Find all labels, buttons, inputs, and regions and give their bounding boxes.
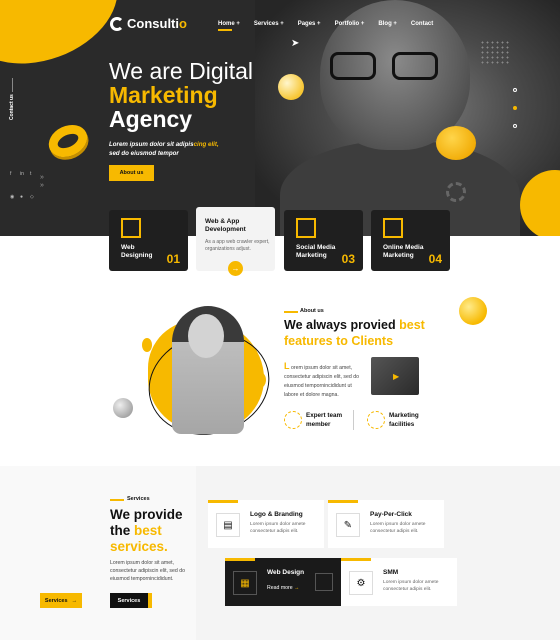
cubes-icon [121, 218, 141, 238]
nav-item-portfolio[interactable]: Portfolio + [335, 21, 365, 27]
ppc-icon: ✎ [336, 513, 360, 537]
smm-icon: ⚙ [349, 571, 373, 595]
slider-dot-active[interactable] [513, 106, 517, 110]
chevron-down-icon: » [40, 182, 44, 189]
about-title-line2: features to Clients [284, 334, 394, 348]
feature-card-title: Online Media Marketing [383, 244, 424, 259]
decor-grey-sphere [113, 398, 133, 418]
feature-card-description: As a app web crawler expert, organizatio… [205, 239, 270, 252]
paper-plane-icon: ➤ [291, 38, 300, 49]
slider-dot[interactable] [513, 88, 517, 92]
web-design-watermark-icon [315, 573, 333, 591]
feature-card-title: Web & App Development [205, 218, 246, 233]
decor-3d-ring [43, 118, 93, 164]
service-card-title: SMM [383, 569, 399, 576]
about-eyebrow-line [284, 311, 298, 313]
main-nav: Home + Services + Pages + Portfolio + Bl… [218, 21, 433, 31]
feature-expert-team: Expert team member [306, 412, 343, 428]
nav-item-pages[interactable]: Pages + [298, 21, 321, 27]
services-title-line3: services. [110, 539, 168, 554]
hero-person-glasses [330, 52, 438, 82]
feature-card-number: 04 [428, 252, 442, 266]
decor-3d-pie [436, 126, 476, 160]
slider-dot[interactable] [513, 124, 517, 128]
facebook-icon[interactable]: f [10, 171, 16, 177]
feature-card-number: 03 [341, 252, 355, 266]
skype-icon[interactable]: ● [20, 194, 26, 200]
feature-divider [353, 410, 354, 430]
hero-title-line1: We are Digital [109, 58, 254, 84]
analytics-icon [296, 218, 316, 238]
logo-text: Consultio [127, 16, 187, 31]
decor-3d-ball [278, 74, 304, 100]
about-paragraph: L orem ipsum dolor sit amet, consectetur… [284, 361, 359, 399]
decor-blob [142, 338, 152, 352]
logo[interactable]: Consultio [110, 16, 187, 31]
feature-marketing-facilities: Marketing facilities [389, 412, 419, 428]
service-card-description: Lorem ipsum dolor amete consectetur adip… [250, 522, 306, 534]
arrow-right-icon: → [294, 585, 300, 591]
slider-dots [513, 88, 517, 128]
feature-card-title: Web Designing [121, 244, 153, 259]
gear-icon [446, 182, 466, 202]
service-card-pay-per-click[interactable]: ✎ Pay-Per-Click Lorem ipsum dolor amete … [328, 500, 444, 548]
hero-title-line3: Agency [109, 106, 193, 132]
services-title-line2: the best [110, 523, 162, 538]
about-us-button[interactable]: About us [109, 165, 154, 181]
about-eyebrow: About us [300, 308, 324, 314]
nav-item-blog[interactable]: Blog + [378, 21, 397, 27]
service-card-description: Lorem ipsum dolor amete consectetur adip… [383, 580, 439, 592]
hero-title-line2: Marketing [109, 82, 218, 108]
play-icon[interactable]: ▶ [393, 372, 399, 381]
feature-card-social-media-marketing[interactable]: Social Media Marketing 03 [284, 210, 363, 271]
services-secondary-button[interactable]: Services [110, 593, 152, 608]
sidebar-contact-link[interactable]: Contact us [9, 94, 15, 120]
services-title-line1: We provide [110, 507, 183, 522]
service-card-logo-branding[interactable]: ▤ Logo & Branding Lorem ipsum dolor amet… [208, 500, 324, 548]
decor-yellow-sphere [459, 297, 487, 325]
services-eyebrow: Services [127, 496, 150, 502]
service-card-smm[interactable]: ⚙ SMM Lorem ipsum dolor amete consectetu… [341, 558, 457, 606]
arrow-right-icon: → [71, 597, 78, 604]
service-card-title: Logo & Branding [250, 511, 303, 518]
service-card-description: Lorem ipsum dolor amete consectetur adip… [370, 522, 426, 534]
sidebar-divider [12, 78, 13, 92]
team-icon [284, 411, 302, 429]
hero-section: Consultio Home + Services + Pages + Port… [0, 0, 560, 236]
branding-icon: ▤ [216, 513, 240, 537]
feature-card-online-media-marketing[interactable]: Online Media Marketing 04 [371, 210, 450, 271]
read-more-link[interactable]: Read more → [267, 585, 299, 591]
linkedin-icon[interactable]: in [20, 171, 26, 177]
hero-subtitle: Lorem ipsum dolor sit adipiscing elit, s… [109, 141, 219, 157]
logo-icon [110, 16, 124, 31]
decor-blob [254, 372, 266, 388]
settings-icon [367, 411, 385, 429]
google-icon[interactable]: ◇ [30, 194, 36, 200]
services-paragraph: Lorem ipsum dolor sit amet, consectetur … [110, 560, 185, 582]
network-icon [383, 218, 403, 238]
twitter-icon[interactable]: t [30, 171, 36, 177]
feature-card-web-designing[interactable]: Web Designing 01 [109, 210, 188, 271]
feature-card-number: 01 [166, 252, 180, 266]
service-card-title: Web Design [267, 569, 305, 576]
feature-card-title: Social Media Marketing [296, 244, 336, 259]
decor-dot-grid [480, 40, 510, 64]
services-primary-button[interactable]: Services → [40, 593, 82, 608]
about-person-face [188, 314, 224, 358]
nav-item-services[interactable]: Services + [254, 21, 284, 27]
services-eyebrow-line [110, 499, 124, 501]
nav-item-contact[interactable]: Contact [411, 21, 433, 27]
service-card-title: Pay-Per-Click [370, 511, 412, 518]
arrow-right-icon[interactable]: → [228, 261, 243, 276]
service-card-web-design[interactable]: ▦ Web Design Read more → [225, 558, 341, 606]
nav-item-home[interactable]: Home + [218, 21, 240, 31]
behance-icon[interactable]: ◉ [10, 194, 16, 200]
web-design-icon: ▦ [233, 571, 257, 595]
chevron-up-icon: » [40, 174, 44, 181]
about-title-line1: We always provied best [284, 318, 425, 332]
